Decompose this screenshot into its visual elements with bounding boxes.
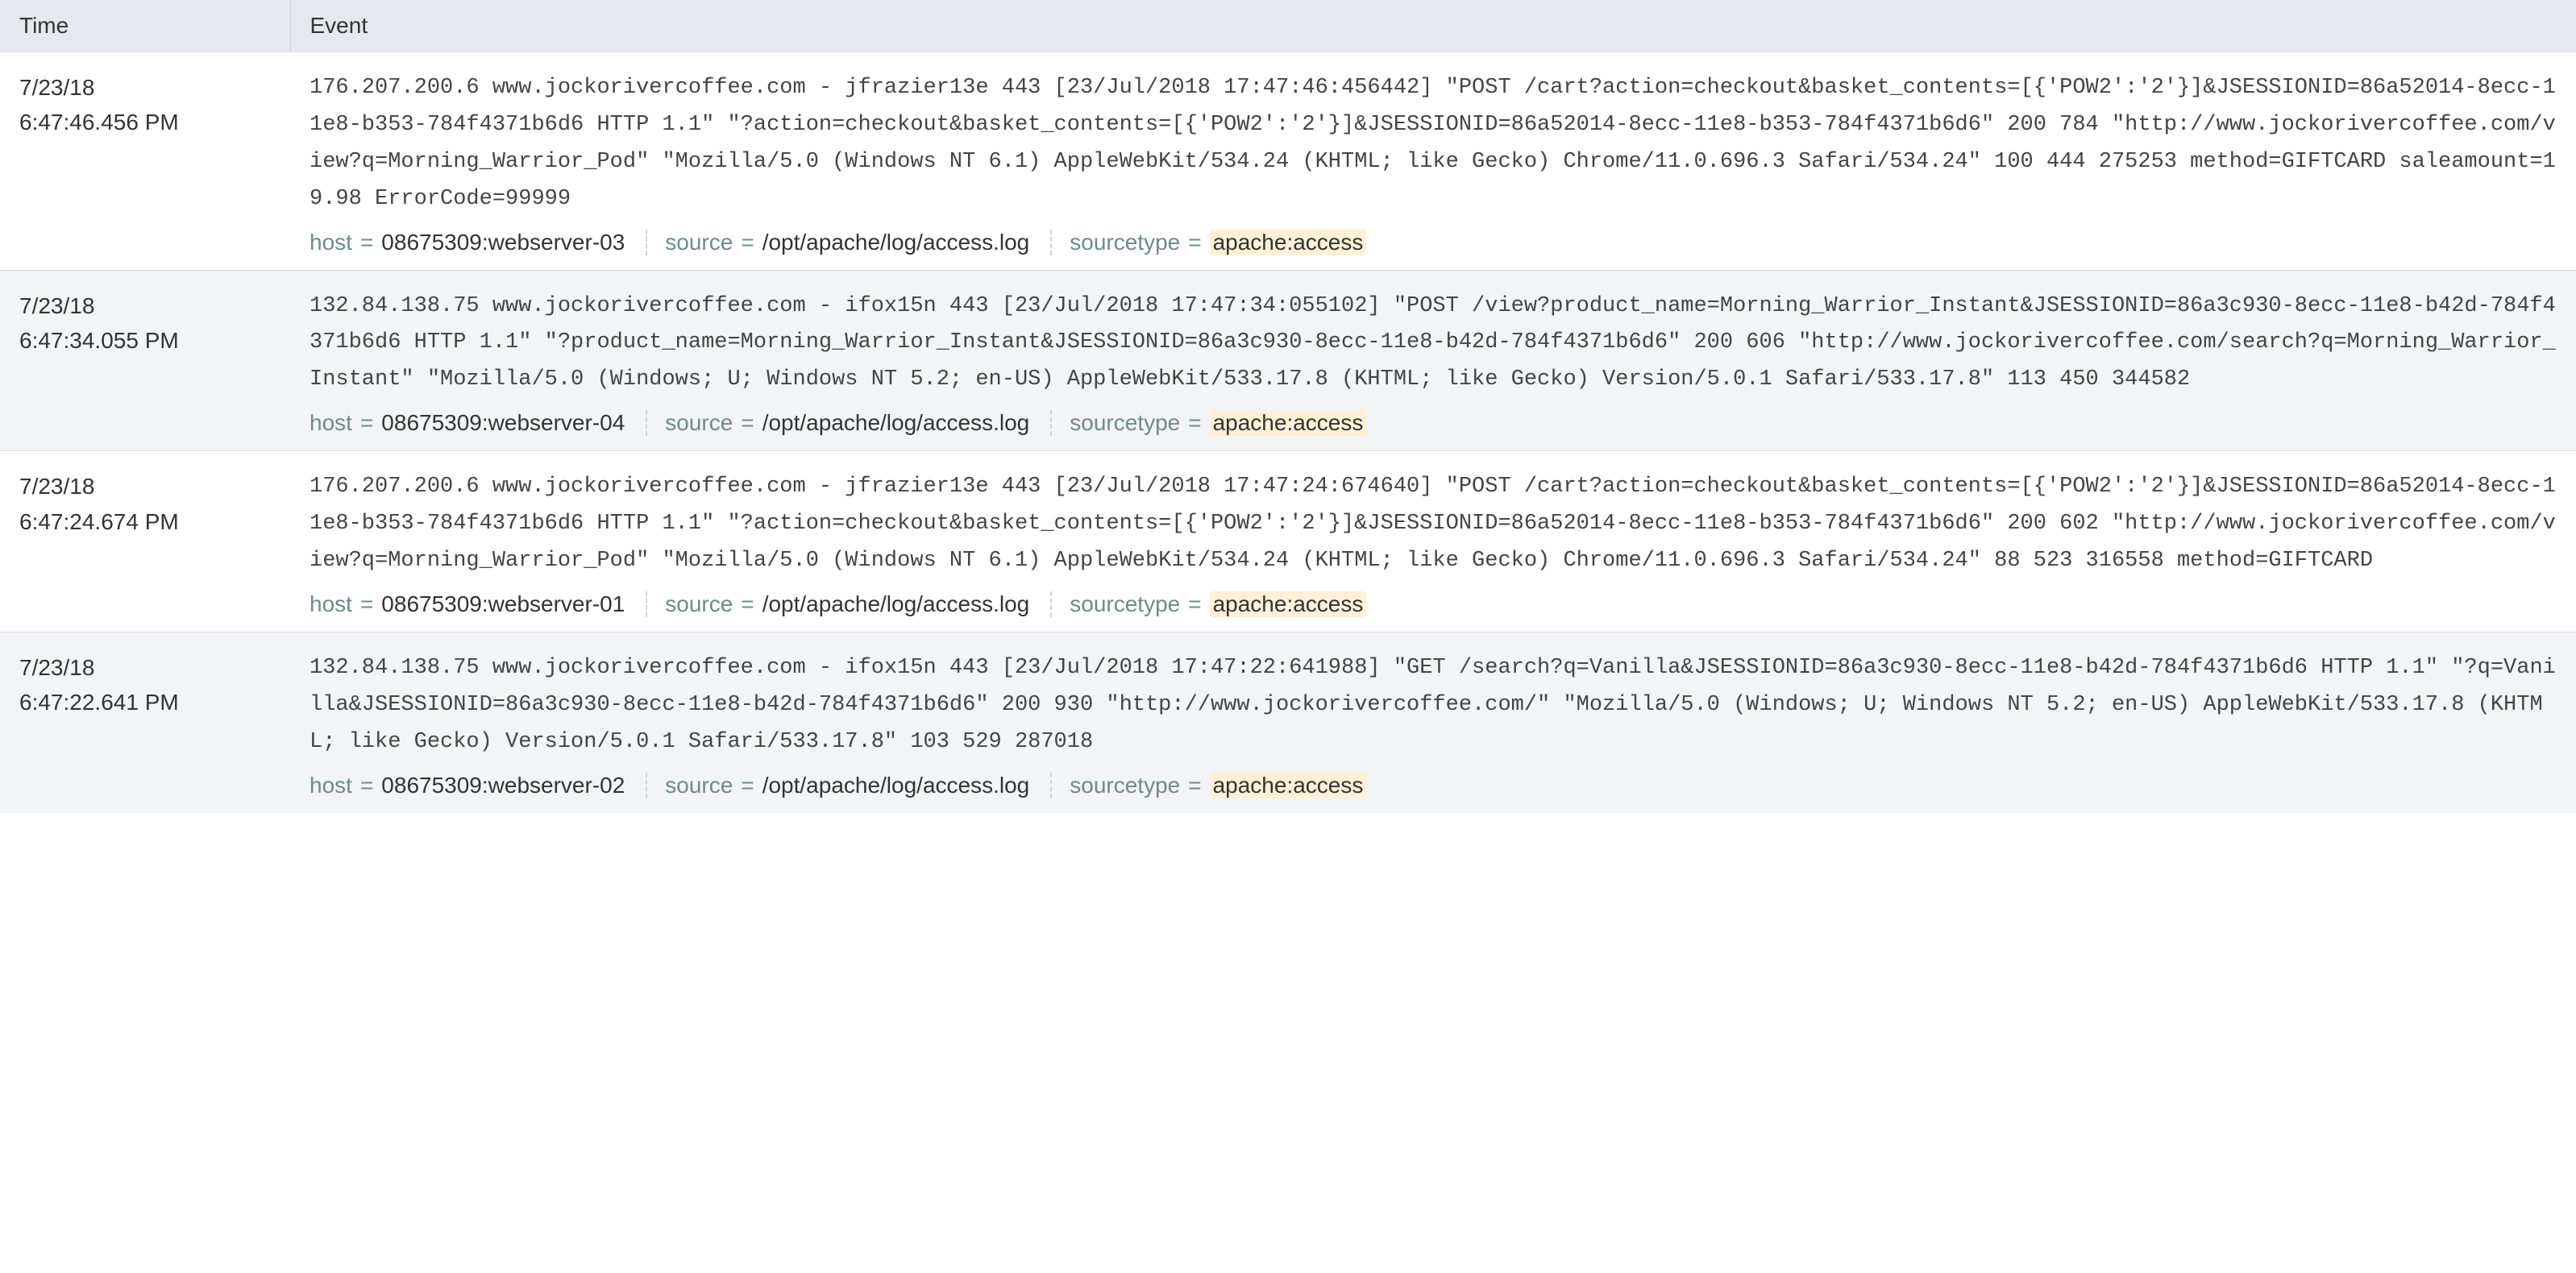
event-time: 6:47:34.055 PM bbox=[19, 323, 271, 358]
event-time: 6:47:24.674 PM bbox=[19, 504, 271, 539]
meta-item-sourcetype[interactable]: sourcetype = apache:access bbox=[1070, 410, 1366, 436]
table-row[interactable]: 7/23/186:47:34.055 PM132.84.138.75 www.j… bbox=[0, 270, 2576, 451]
meta-key: sourcetype bbox=[1070, 410, 1180, 436]
event-time-cell[interactable]: 7/23/186:47:46.456 PM bbox=[0, 52, 290, 271]
column-header-event[interactable]: Event bbox=[290, 0, 2576, 52]
event-meta-row: host = 08675309:webserver-04 source = /opt/ap… bbox=[310, 410, 2557, 436]
event-date: 7/23/18 bbox=[19, 70, 271, 105]
event-raw[interactable]: 176.207.200.6 www.jockorivercoffee.com -… bbox=[310, 70, 2557, 218]
meta-eq: = bbox=[741, 773, 754, 798]
meta-eq: = bbox=[1188, 773, 1201, 798]
event-raw[interactable]: 132.84.138.75 www.jockorivercoffee.com -… bbox=[310, 288, 2557, 400]
meta-value[interactable]: 08675309:webserver-03 bbox=[381, 230, 625, 255]
events-table: Time Event 7/23/186:47:46.456 PM176.207.… bbox=[0, 0, 2576, 813]
event-content-cell[interactable]: 132.84.138.75 www.jockorivercoffee.com -… bbox=[290, 632, 2576, 812]
meta-value[interactable]: 08675309:webserver-01 bbox=[381, 591, 625, 617]
meta-eq: = bbox=[1188, 410, 1201, 436]
meta-eq: = bbox=[741, 591, 754, 617]
meta-value[interactable]: apache:access bbox=[1210, 773, 1367, 798]
event-time-cell[interactable]: 7/23/186:47:22.641 PM bbox=[0, 632, 290, 812]
event-raw[interactable]: 132.84.138.75 www.jockorivercoffee.com -… bbox=[310, 650, 2557, 761]
meta-eq: = bbox=[360, 773, 373, 798]
event-date: 7/23/18 bbox=[19, 469, 271, 504]
meta-item-source[interactable]: source = /opt/apache/log/access.log bbox=[665, 591, 1052, 617]
meta-eq: = bbox=[741, 230, 754, 255]
meta-item-host[interactable]: host = 08675309:webserver-02 bbox=[310, 773, 647, 798]
meta-key: sourcetype bbox=[1070, 773, 1180, 798]
meta-key: source bbox=[665, 773, 733, 798]
event-time-cell[interactable]: 7/23/186:47:24.674 PM bbox=[0, 451, 290, 632]
meta-eq: = bbox=[360, 230, 373, 255]
event-content-cell[interactable]: 176.207.200.6 www.jockorivercoffee.com -… bbox=[290, 451, 2576, 632]
event-time: 6:47:46.456 PM bbox=[19, 105, 271, 139]
meta-key: source bbox=[665, 230, 733, 255]
meta-value[interactable]: /opt/apache/log/access.log bbox=[762, 230, 1030, 255]
meta-value[interactable]: /opt/apache/log/access.log bbox=[762, 591, 1030, 617]
table-row[interactable]: 7/23/186:47:46.456 PM176.207.200.6 www.j… bbox=[0, 52, 2576, 271]
meta-key: sourcetype bbox=[1070, 230, 1180, 255]
meta-key: source bbox=[665, 410, 733, 436]
meta-eq: = bbox=[1188, 591, 1201, 617]
meta-item-sourcetype[interactable]: sourcetype = apache:access bbox=[1070, 230, 1366, 255]
event-time: 6:47:22.641 PM bbox=[19, 685, 271, 719]
meta-value[interactable]: 08675309:webserver-02 bbox=[381, 773, 625, 798]
meta-key: host bbox=[310, 230, 352, 255]
meta-item-host[interactable]: host = 08675309:webserver-04 bbox=[310, 410, 647, 436]
table-row[interactable]: 7/23/186:47:22.641 PM132.84.138.75 www.j… bbox=[0, 632, 2576, 812]
meta-key: sourcetype bbox=[1070, 591, 1180, 617]
meta-item-host[interactable]: host = 08675309:webserver-03 bbox=[310, 230, 647, 255]
event-time-cell[interactable]: 7/23/186:47:34.055 PM bbox=[0, 270, 290, 451]
meta-eq: = bbox=[360, 591, 373, 617]
event-content-cell[interactable]: 132.84.138.75 www.jockorivercoffee.com -… bbox=[290, 270, 2576, 451]
meta-key: host bbox=[310, 773, 352, 798]
event-date: 7/23/18 bbox=[19, 650, 271, 685]
meta-value[interactable]: apache:access bbox=[1210, 230, 1367, 255]
meta-eq: = bbox=[360, 410, 373, 436]
meta-value[interactable]: apache:access bbox=[1210, 591, 1367, 617]
event-raw[interactable]: 176.207.200.6 www.jockorivercoffee.com -… bbox=[310, 469, 2557, 580]
meta-key: host bbox=[310, 410, 352, 436]
meta-value[interactable]: 08675309:webserver-04 bbox=[381, 410, 625, 436]
column-header-time[interactable]: Time bbox=[0, 0, 290, 52]
meta-eq: = bbox=[741, 410, 754, 436]
meta-key: host bbox=[310, 591, 352, 617]
meta-eq: = bbox=[1188, 230, 1201, 255]
event-date: 7/23/18 bbox=[19, 288, 271, 323]
meta-item-source[interactable]: source = /opt/apache/log/access.log bbox=[665, 230, 1052, 255]
meta-value[interactable]: /opt/apache/log/access.log bbox=[762, 410, 1030, 436]
meta-item-source[interactable]: source = /opt/apache/log/access.log bbox=[665, 773, 1052, 798]
event-meta-row: host = 08675309:webserver-02 source = /opt/ap… bbox=[310, 773, 2557, 798]
meta-item-sourcetype[interactable]: sourcetype = apache:access bbox=[1070, 773, 1366, 798]
meta-value[interactable]: apache:access bbox=[1210, 410, 1367, 436]
meta-item-host[interactable]: host = 08675309:webserver-01 bbox=[310, 591, 647, 617]
meta-value[interactable]: /opt/apache/log/access.log bbox=[762, 773, 1030, 798]
event-meta-row: host = 08675309:webserver-03 source = /opt/ap… bbox=[310, 230, 2557, 255]
table-header-row: Time Event bbox=[0, 0, 2576, 52]
event-content-cell[interactable]: 176.207.200.6 www.jockorivercoffee.com -… bbox=[290, 52, 2576, 271]
meta-item-sourcetype[interactable]: sourcetype = apache:access bbox=[1070, 591, 1366, 617]
table-row[interactable]: 7/23/186:47:24.674 PM176.207.200.6 www.j… bbox=[0, 451, 2576, 632]
event-meta-row: host = 08675309:webserver-01 source = /opt/ap… bbox=[310, 591, 2557, 617]
meta-item-source[interactable]: source = /opt/apache/log/access.log bbox=[665, 410, 1052, 436]
meta-key: source bbox=[665, 591, 733, 617]
